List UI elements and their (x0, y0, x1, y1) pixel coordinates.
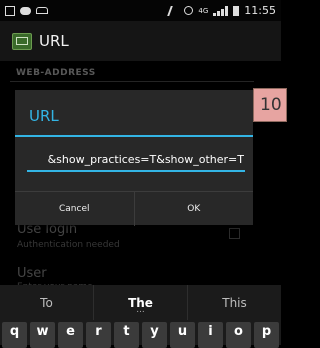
status-time: 11:55 (244, 4, 276, 17)
signal-icon (213, 5, 229, 16)
suggestion-right[interactable]: This (187, 285, 281, 320)
key-w[interactable]: w (30, 322, 55, 348)
key-p[interactable]: p (254, 322, 279, 348)
url-dialog: URL &show_practices=T&show_other=T Cance… (15, 90, 253, 226)
url-input[interactable]: &show_practices=T&show_other=T (28, 148, 244, 170)
screenshot-icon (5, 5, 15, 16)
dialog-button-row: Cancel OK (15, 191, 253, 226)
battery-icon (233, 5, 240, 16)
network-type: 4G (198, 6, 209, 15)
dialog-title-divider (15, 135, 253, 137)
suggestion-center[interactable]: The (93, 285, 187, 320)
key-t[interactable]: t (114, 322, 139, 348)
cloud-icon (20, 6, 31, 15)
soft-keyboard: To The This q w e r t y u i o p (0, 285, 281, 348)
app-bar: URL (0, 21, 281, 61)
key-r[interactable]: r (86, 322, 111, 348)
app-logo-icon[interactable] (12, 32, 32, 50)
url-input-value: &show_practices=T&show_other=T (47, 152, 244, 166)
key-o[interactable]: o (226, 322, 251, 348)
key-u[interactable]: u (170, 322, 195, 348)
ok-button[interactable]: OK (133, 192, 254, 226)
suggestion-left[interactable]: To (0, 285, 93, 320)
mute-icon (167, 5, 182, 16)
status-right-icons: 4G 11:55 (167, 4, 276, 17)
key-y[interactable]: y (142, 322, 167, 348)
status-bar: 4G 11:55 (0, 0, 281, 21)
dialog-title: URL (29, 107, 59, 125)
suggestion-strip: To The This (0, 285, 281, 320)
cancel-button[interactable]: Cancel (15, 192, 134, 226)
alarm-icon (184, 6, 194, 15)
app-bar-title: URL (39, 32, 69, 50)
key-q[interactable]: q (2, 322, 27, 348)
status-left-icons (5, 5, 48, 16)
key-i[interactable]: i (198, 322, 223, 348)
key-e[interactable]: e (58, 322, 83, 348)
voicemail-icon (36, 7, 48, 14)
step-number-badge: 10 (253, 88, 287, 122)
key-row-top: q w e r t y u i o p (0, 322, 281, 348)
url-input-underline (27, 170, 245, 172)
